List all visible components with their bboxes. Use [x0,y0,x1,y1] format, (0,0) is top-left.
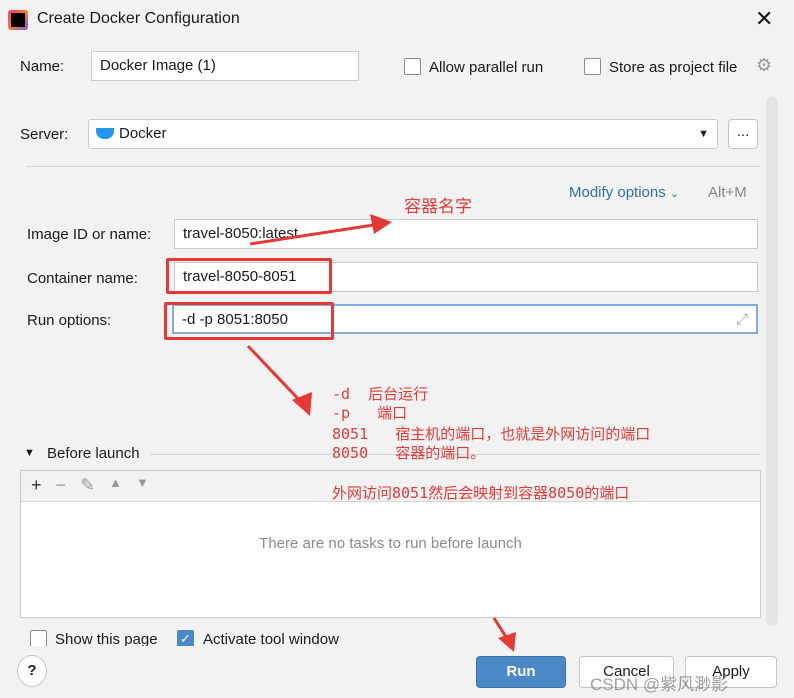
annotation-line: -p 端口 [332,404,408,422]
run-button[interactable]: Run [476,656,566,688]
move-down-icon[interactable]: ▼ [136,475,149,497]
container-label: Container name: [27,270,138,287]
annotation-summary: 外网访问8051然后会映射到容器8050的端口 [332,484,630,502]
watermark: CSDN @紫风渺影 [590,675,729,694]
image-label: Image ID or name: [27,226,152,243]
help-button[interactable]: ? [17,655,47,687]
add-icon[interactable]: + [31,475,42,497]
gear-icon[interactable]: ⚙ [756,55,772,76]
collapse-icon[interactable]: ▼ [24,447,35,459]
allow-parallel-label: Allow parallel run [429,59,544,76]
server-value: Docker [119,125,167,142]
allow-parallel-checkbox[interactable] [404,58,421,75]
activate-tool-checkbox[interactable]: ✓ [177,630,194,647]
chevron-down-icon: ▼ [698,128,709,140]
modify-shortcut: Alt+M [708,184,747,201]
server-more-button[interactable]: ... [728,119,758,149]
empty-tasks-text: There are no tasks to run before launch [259,535,522,552]
store-project-checkbox[interactable] [584,58,601,75]
image-input[interactable]: travel-8050:latest [174,219,758,249]
modify-options-link[interactable]: Modify options ⌄ [569,184,679,201]
show-page-checkbox[interactable] [30,630,47,647]
server-label: Server: [20,126,69,143]
intellij-logo-icon [8,10,28,30]
docker-icon [96,128,114,139]
close-icon[interactable]: ✕ [755,6,773,32]
edit-icon[interactable]: ✎ [80,475,95,497]
name-label: Name: [20,58,65,75]
annotation-image-note: 容器名字 [404,197,472,217]
window-title: Create Docker Configuration [37,10,240,27]
remove-icon[interactable]: − [56,475,67,497]
highlight-container [166,258,332,294]
move-up-icon[interactable]: ▲ [109,475,122,497]
divider [26,166,760,167]
modify-options-label: Modify options [569,184,666,201]
name-input[interactable]: Docker Image (1) [91,51,359,81]
annotation-line: 8051 宿主机的端口，也就是外网访问的端口 [332,425,651,443]
run-options-label: Run options: [27,312,112,329]
store-project-label: Store as project file [609,59,738,76]
expand-icon[interactable]: ⤢ [736,306,748,334]
annotation-line: -d 后台运行 [332,385,429,403]
server-select[interactable]: Docker ▼ [88,119,718,149]
scrollbar[interactable] [766,96,778,626]
before-launch-label: Before launch [47,445,140,462]
highlight-run-options [164,302,334,340]
chevron-down-icon: ⌄ [669,188,680,200]
annotation-line: 8050 容器的端口。 [332,444,486,462]
